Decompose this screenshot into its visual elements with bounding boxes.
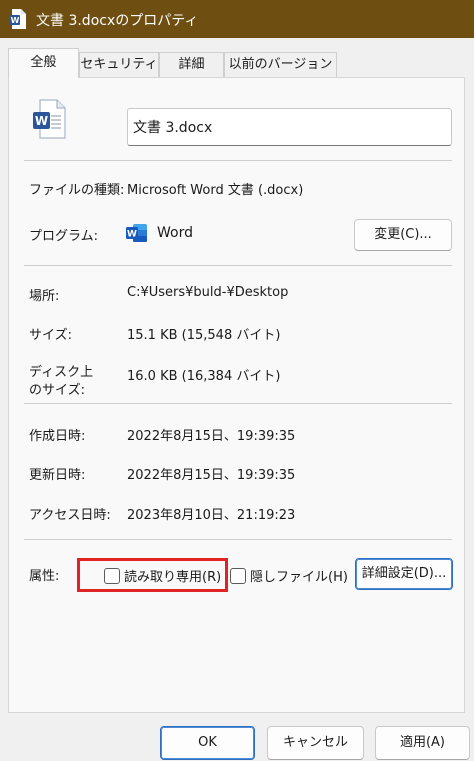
size-label: サイズ: xyxy=(29,328,72,343)
program-value: Word xyxy=(157,225,193,241)
location-value: C:¥Users¥buld-¥Desktop xyxy=(127,285,289,300)
hidden-checkbox-box[interactable] xyxy=(230,568,246,584)
apply-button[interactable]: 適用(A) xyxy=(375,726,470,760)
modified-label: 更新日時: xyxy=(29,468,86,483)
separator xyxy=(24,265,452,266)
cancel-button[interactable]: キャンセル xyxy=(267,726,364,760)
separator xyxy=(24,539,452,540)
change-program-button[interactable]: 変更(C)... xyxy=(354,219,452,251)
accessed-value: 2023年8月10日、21:19:23 xyxy=(127,508,296,523)
advanced-settings-button[interactable]: 詳細設定(D)... xyxy=(355,558,453,590)
modified-value: 2022年8月15日、19:39:35 xyxy=(127,468,296,483)
hidden-checkbox-label: 隠しファイル(H) xyxy=(250,570,348,585)
word-document-icon: W xyxy=(33,99,66,139)
attributes-label: 属性: xyxy=(29,569,60,584)
size-value: 15.1 KB (15,548 バイト) xyxy=(127,328,281,343)
word-app-icon: W xyxy=(126,224,147,242)
disk-size-value: 16.0 KB (16,384 バイト) xyxy=(127,369,281,384)
created-label: 作成日時: xyxy=(29,429,86,444)
tab-security[interactable]: セキュリティ xyxy=(79,52,159,77)
word-doc-icon: W xyxy=(10,9,26,29)
file-type-value: Microsoft Word 文書 (.docx) xyxy=(127,183,304,198)
disk-size-label-line2: のサイズ: xyxy=(29,383,85,398)
svg-text:W: W xyxy=(127,230,137,240)
svg-text:W: W xyxy=(11,16,20,25)
file-type-label: ファイルの種類: xyxy=(29,183,125,198)
program-label: プログラム: xyxy=(29,229,98,244)
separator xyxy=(24,403,452,404)
svg-text:W: W xyxy=(35,114,48,128)
title-bar: W 文書 3.docxのプロパティ xyxy=(0,0,474,38)
tab-general[interactable]: 全般 xyxy=(8,48,79,78)
accessed-label: アクセス日時: xyxy=(29,508,111,523)
tab-previous-versions[interactable]: 以前のバージョン xyxy=(224,52,337,77)
readonly-highlight-box xyxy=(77,558,228,592)
disk-size-label: ディスク上 xyxy=(29,365,94,380)
tab-details[interactable]: 詳細 xyxy=(159,52,224,77)
general-panel: W ファイルの種類: Microsoft Word 文書 (.docx) プログ… xyxy=(8,77,465,713)
window-title: 文書 3.docxのプロパティ xyxy=(36,13,199,29)
separator xyxy=(24,160,452,161)
ok-button[interactable]: OK xyxy=(160,726,255,760)
hidden-checkbox[interactable]: 隠しファイル(H) xyxy=(230,566,348,585)
location-label: 場所: xyxy=(29,289,60,304)
created-value: 2022年8月15日、19:39:35 xyxy=(127,429,296,444)
file-name-input[interactable] xyxy=(127,108,452,146)
